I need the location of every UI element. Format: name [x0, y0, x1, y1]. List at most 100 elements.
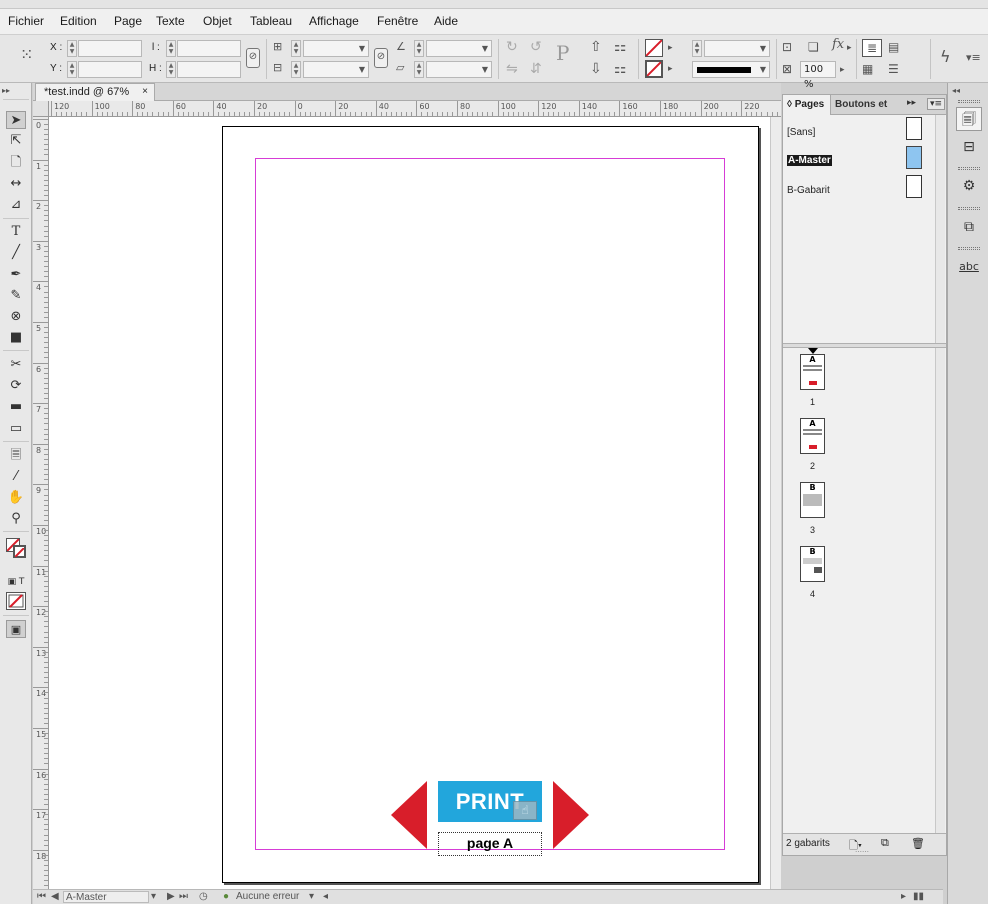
buttons-forms-panel-icon[interactable]: ⊟: [956, 135, 982, 159]
zoom-tool-icon[interactable]: ⚲: [6, 510, 26, 528]
pencil-tool-icon[interactable]: ✎: [6, 287, 26, 305]
scissors-tool-icon[interactable]: ✂: [6, 356, 26, 374]
last-page-icon[interactable]: ⏭: [179, 891, 188, 902]
menu-fichier[interactable]: Fichier: [8, 14, 44, 28]
resize-grip[interactable]: ⋯⋯: [855, 848, 869, 856]
dock-grip[interactable]: [958, 207, 980, 210]
vertical-ruler[interactable]: 012345678910111213141516171819: [33, 101, 49, 889]
open-document-icon[interactable]: ◷: [199, 891, 208, 902]
menu-aide[interactable]: Aide: [434, 14, 458, 28]
preflight-menu-icon[interactable]: ▾: [309, 891, 314, 902]
page-thumb-4[interactable]: B: [800, 546, 825, 582]
menu-edition[interactable]: Edition: [60, 14, 97, 28]
rotate-cw-icon[interactable]: ↻: [506, 39, 518, 55]
flip-horizontal-icon[interactable]: ⇋: [506, 61, 518, 77]
effects-dropdown-icon[interactable]: ▸: [847, 40, 852, 56]
first-page-icon[interactable]: ⏮: [37, 891, 46, 902]
width-field[interactable]: [177, 40, 241, 57]
page-thumb-2[interactable]: A: [800, 418, 825, 454]
page-number-field[interactable]: A-Master: [63, 891, 149, 903]
masters-scrollbar[interactable]: [935, 115, 945, 343]
select-content-icon[interactable]: ⇩: [590, 61, 602, 77]
links-panel-icon[interactable]: ⧉: [956, 215, 982, 239]
quick-apply-icon[interactable]: ϟ: [940, 49, 951, 65]
hand-tool-icon[interactable]: ✋: [6, 489, 26, 507]
master-b-thumb[interactable]: [906, 175, 922, 198]
master-a[interactable]: A-Master: [787, 155, 832, 166]
document-tab[interactable]: *test.indd @ 67% ×: [35, 83, 155, 101]
x-spinner[interactable]: ▲ ▼: [67, 40, 77, 57]
width-spinner[interactable]: ▲ ▼: [166, 40, 176, 57]
dock-grip[interactable]: [958, 100, 980, 103]
scale-y-spinner[interactable]: ▲ ▼: [291, 61, 301, 78]
master-a-thumb[interactable]: [906, 146, 922, 169]
menu-affichage[interactable]: Affichage: [309, 14, 359, 28]
page-tool-icon[interactable]: 🗋: [6, 154, 26, 172]
collapse-tools-icon[interactable]: ▸▸: [2, 86, 10, 95]
text-wrap-none-icon[interactable]: ≣: [862, 39, 882, 57]
fill-dropdown-icon[interactable]: ▸: [668, 40, 673, 56]
master-b[interactable]: B-Gabarit: [787, 185, 830, 196]
gradient-feather-tool-icon[interactable]: ▭: [6, 420, 26, 438]
interactivity-panel-icon[interactable]: ⚙: [956, 174, 982, 198]
menu-page[interactable]: Page: [114, 14, 142, 28]
horizontal-ruler[interactable]: 120 100 80 60 40 20 0 20 40 60 80 100 120 140 160 180 20…: [49, 101, 781, 117]
shear-field[interactable]: ▼: [426, 61, 492, 78]
direct-selection-tool-icon[interactable]: ⇱: [6, 132, 26, 150]
content-collector-icon[interactable]: ⊿: [6, 196, 26, 214]
menu-texte[interactable]: Texte: [156, 14, 185, 28]
page-label-frame[interactable]: page A: [438, 832, 542, 856]
pages-scrollbar[interactable]: [935, 348, 945, 833]
master-none-thumb[interactable]: [906, 117, 922, 140]
next-page-arrow[interactable]: [553, 781, 589, 849]
stroke-dropdown-icon[interactable]: ▸: [668, 61, 673, 77]
text-wrap-bbox-icon[interactable]: ▤: [888, 39, 899, 55]
y-spinner[interactable]: ▲ ▼: [67, 61, 77, 78]
select-previous-icon[interactable]: ⚏: [614, 61, 627, 77]
canvas-vertical-scrollbar[interactable]: [770, 117, 781, 889]
screen-mode-icon[interactable]: ▣: [6, 620, 26, 638]
rotate-field[interactable]: ▼: [426, 40, 492, 57]
hscroll-grip[interactable]: ▮▮: [913, 891, 924, 902]
stroke-type-select[interactable]: ▼: [692, 61, 770, 78]
hscroll-left-icon[interactable]: ◂: [323, 891, 328, 902]
menu-tableau[interactable]: Tableau: [250, 14, 292, 28]
y-field[interactable]: [78, 61, 142, 78]
stroke-swatch-icon[interactable]: [13, 545, 26, 558]
page-dropdown-icon[interactable]: ▾: [151, 891, 156, 902]
formatting-container-icon[interactable]: ▣ T: [6, 573, 26, 591]
effects-fx-icon[interactable]: fx: [832, 37, 844, 53]
scale-y-field[interactable]: ▼: [303, 61, 369, 78]
opacity-dropdown-icon[interactable]: ▸: [840, 62, 845, 78]
scale-x-spinner[interactable]: ▲ ▼: [291, 40, 301, 57]
select-container-icon[interactable]: ⇧: [590, 39, 602, 55]
hscroll-right-icon[interactable]: ▸: [901, 891, 906, 902]
page-thumb-1[interactable]: A: [800, 354, 825, 390]
rectangle-tool-icon[interactable]: ■: [6, 329, 26, 347]
note-tool-icon[interactable]: 🗏: [6, 447, 26, 465]
control-panel-menu-icon[interactable]: ▾≡: [966, 50, 981, 66]
previous-page-icon[interactable]: ◀: [51, 891, 59, 902]
height-spinner[interactable]: ▲ ▼: [166, 61, 176, 78]
menu-fenetre[interactable]: Fenêtre: [377, 14, 418, 28]
pen-tool-icon[interactable]: ✒: [6, 266, 26, 284]
master-none[interactable]: [Sans]: [787, 127, 815, 138]
rectangle-frame-tool-icon[interactable]: ⊗: [6, 308, 26, 326]
menu-objet[interactable]: Objet: [203, 14, 232, 28]
select-next-icon[interactable]: ⚏: [614, 39, 627, 55]
dock-grip[interactable]: [958, 167, 980, 170]
text-wrap-jump-icon[interactable]: ☰: [888, 61, 899, 77]
next-page-icon[interactable]: ▶: [167, 891, 175, 902]
pages-panel-icon[interactable]: 🗐: [956, 107, 982, 131]
text-wrap-shape-icon[interactable]: ▦: [862, 61, 873, 77]
trash-icon[interactable]: 🗑: [911, 837, 925, 850]
fill-none-swatch[interactable]: [645, 39, 663, 57]
selection-tool-icon[interactable]: ➤: [6, 111, 26, 129]
eyedropper-tool-icon[interactable]: ⁄: [6, 468, 26, 486]
free-transform-tool-icon[interactable]: ⟳: [6, 377, 26, 395]
gradient-swatch-tool-icon[interactable]: ▬: [6, 398, 26, 416]
dock-grip[interactable]: [958, 247, 980, 250]
page-thumb-3[interactable]: B: [800, 482, 825, 518]
drop-shadow-icon[interactable]: ❏: [808, 39, 819, 55]
stroke-weight-spinner[interactable]: ▲ ▼: [692, 40, 702, 57]
